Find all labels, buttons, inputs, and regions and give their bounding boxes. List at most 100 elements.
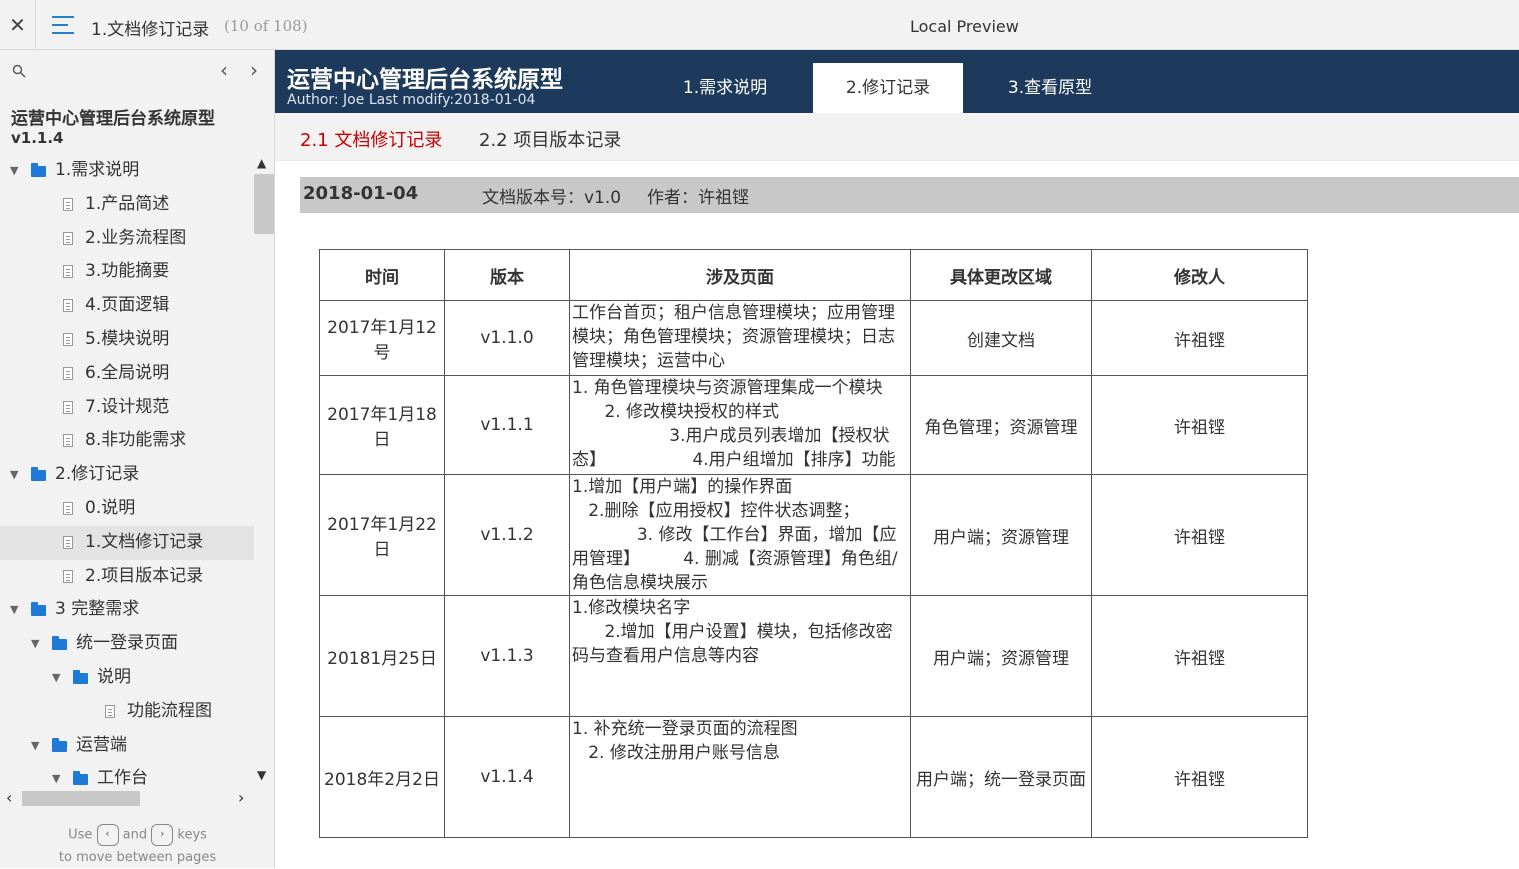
prev-page-icon[interactable]: ‹: [220, 58, 228, 82]
table-row: 2018年2月2日 v1.1.4 1. 补充统一登录页面的流程图 2. 修改注册用户…: [319, 716, 1308, 838]
sidebar-item[interactable]: 6.全局说明: [0, 357, 254, 391]
cell-pages: 工作台首页；租户信息管理模块；应用管理模块；角色管理模块；资源管理模块；日志管理…: [569, 300, 911, 376]
column-header: 版本: [444, 249, 570, 301]
tab-revisions[interactable]: 2.修订记录: [813, 63, 963, 113]
top-bar: ✕ 1.文档修订记录 (10 of 108) Local Preview: [0, 0, 1519, 50]
table-row: 20181月25日 v1.1.3 1.修改模块名字 2.增加【用户设置】模块，包括修…: [319, 595, 1308, 717]
sidebar-item[interactable]: 3.功能摘要: [0, 255, 254, 289]
page-icon: [63, 332, 73, 346]
close-icon[interactable]: ✕: [0, 0, 36, 50]
sidebar-item[interactable]: 5.模块说明: [0, 323, 254, 357]
sidebar-item[interactable]: 0.说明: [0, 492, 254, 526]
page-icon: [63, 366, 73, 380]
sidebar-item[interactable]: ▼ 运营端: [0, 729, 254, 763]
doc-meta: Author: Joe Last modify:2018-01-04: [287, 92, 536, 108]
page-icon: [63, 569, 73, 583]
chevron-down-icon[interactable]: ▼: [31, 627, 39, 661]
sidebar-item[interactable]: ▼ 统一登录页面: [0, 627, 254, 661]
cell-pages: 1. 角色管理模块与资源管理集成一个模块 2. 修改模块授权的样式 3.用户成员…: [569, 375, 911, 475]
page-title: 1.文档修订记录: [91, 20, 210, 40]
page-count: (10 of 108): [224, 17, 308, 35]
sidebar-item-label: 8.非功能需求: [85, 430, 187, 451]
sidebar-item[interactable]: 4.页面逻辑: [0, 289, 254, 323]
sidebar-item-label: 4.页面逻辑: [85, 295, 170, 316]
sidebar-item[interactable]: ▼ 工作台: [0, 762, 254, 790]
cell-pages: 1.增加【用户端】的操作界面 2.删除【应用授权】控件状态调整； 3. 修改【工…: [569, 474, 911, 596]
cell-time: 2017年1月22日: [319, 474, 445, 596]
folder-icon: [31, 602, 46, 617]
folder-icon: [73, 771, 88, 786]
scroll-left-icon[interactable]: ‹: [6, 788, 12, 807]
tree-vertical-scrollbar[interactable]: ▲ ▼: [254, 154, 274, 790]
sidebar-item[interactable]: 1.产品简述: [0, 188, 254, 222]
folder-icon: [52, 636, 67, 651]
scroll-thumb-horizontal[interactable]: [22, 791, 140, 806]
cell-version: v1.1.4: [444, 716, 570, 838]
folder-icon: [52, 737, 67, 752]
page-icon: [105, 704, 115, 718]
column-header: 时间: [319, 249, 445, 301]
scroll-down-icon[interactable]: ▼: [257, 768, 266, 782]
cell-author: 许祖铿: [1091, 474, 1308, 596]
cell-author: 许祖铿: [1091, 716, 1308, 838]
subnav-version-records[interactable]: 2.2 项目版本记录: [479, 126, 621, 152]
doc-author: 作者：许祖铿: [647, 188, 749, 208]
cell-time: 2017年1月12号: [319, 300, 445, 376]
sidebar-item-label: 3.功能摘要: [85, 261, 170, 282]
search-icon[interactable]: [12, 64, 26, 78]
next-page-icon[interactable]: ›: [250, 58, 258, 82]
project-name: 运营中心管理后台系统原型: [11, 109, 215, 129]
sidebar-item[interactable]: ▼ 说明: [0, 661, 254, 695]
sidebar-item[interactable]: ▼ 3 完整需求: [0, 593, 254, 627]
column-header: 涉及页面: [569, 249, 911, 301]
scroll-thumb[interactable]: [254, 174, 274, 234]
sidebar-item[interactable]: 2.项目版本记录: [0, 560, 254, 594]
cell-area: 创建文档: [910, 300, 1092, 376]
sidebar-item-label: 说明: [97, 666, 131, 687]
cell-version: v1.1.2: [444, 474, 570, 596]
sidebar-item-label: 2.业务流程图: [85, 227, 187, 248]
sidebar-item[interactable]: 功能流程图: [0, 695, 254, 729]
cell-time: 2018年2月2日: [319, 716, 445, 838]
sidebar-item-label: 2.项目版本记录: [85, 565, 204, 586]
tree-horizontal-scrollbar[interactable]: ‹ ›: [0, 788, 254, 810]
subnav-doc-revisions[interactable]: 2.1 文档修订记录: [300, 126, 442, 152]
revision-date: 2018-01-04: [303, 183, 419, 204]
chevron-down-icon[interactable]: ▼: [52, 661, 60, 695]
cell-pages: 1. 补充统一登录页面的流程图 2. 修改注册用户账号信息: [569, 716, 911, 838]
tab-requirements[interactable]: 1.需求说明: [650, 63, 800, 113]
sidebar-item-label: 5.模块说明: [85, 328, 170, 349]
sidebar-item-label: 6.全局说明: [85, 362, 170, 383]
table-row: 2017年1月12号 v1.1.0 工作台首页；租户信息管理模块；应用管理模块；角色…: [319, 300, 1308, 376]
scroll-right-icon[interactable]: ›: [238, 788, 244, 807]
cell-time: 20181月25日: [319, 595, 445, 717]
sidebar-item[interactable]: ▼ 1.需求说明: [0, 154, 254, 188]
sidebar-item[interactable]: 8.非功能需求: [0, 424, 254, 458]
page-icon: [63, 434, 73, 448]
chevron-down-icon[interactable]: ▼: [52, 762, 60, 790]
sidebar-item[interactable]: 7.设计规范: [0, 391, 254, 425]
doc-version: 文档版本号：v1.0: [482, 188, 622, 208]
sidebar-item-label: 功能流程图: [127, 700, 212, 721]
scroll-up-icon[interactable]: ▲: [257, 156, 266, 170]
tab-prototype[interactable]: 3.查看原型: [975, 63, 1125, 113]
folder-icon: [31, 163, 46, 177]
cell-area: 角色管理；资源管理: [910, 375, 1092, 475]
menu-icon[interactable]: [52, 16, 74, 34]
cell-version: v1.1.3: [444, 595, 570, 717]
main-content: 运营中心管理后台系统原型 Author: Joe Last modify:201…: [275, 50, 1519, 868]
cell-author: 许祖铿: [1091, 375, 1308, 475]
sidebar-item[interactable]: ▼ 2.修订记录: [0, 458, 254, 492]
page-icon: [63, 265, 73, 279]
chevron-down-icon[interactable]: ▼: [10, 154, 18, 188]
revision-date-bar: 2018-01-04 文档版本号：v1.0 作者：许祖铿: [300, 177, 1519, 213]
column-header: 具体更改区域: [910, 249, 1092, 301]
sidebar: ‹ › 运营中心管理后台系统原型 v1.1.4 ▼ 1.需求说明 1.产品简述 2.业…: [0, 50, 275, 868]
chevron-down-icon[interactable]: ▼: [10, 593, 18, 627]
sidebar-item[interactable]: 1.文档修订记录: [0, 525, 254, 560]
chevron-down-icon[interactable]: ▼: [10, 458, 18, 492]
sidebar-item[interactable]: 2.业务流程图: [0, 222, 254, 256]
chevron-down-icon[interactable]: ▼: [31, 729, 39, 763]
sidebar-item-label: 工作台: [97, 768, 148, 789]
table-row: 2017年1月22日 v1.1.2 1.增加【用户端】的操作界面 2.删除【应用授权…: [319, 474, 1308, 596]
